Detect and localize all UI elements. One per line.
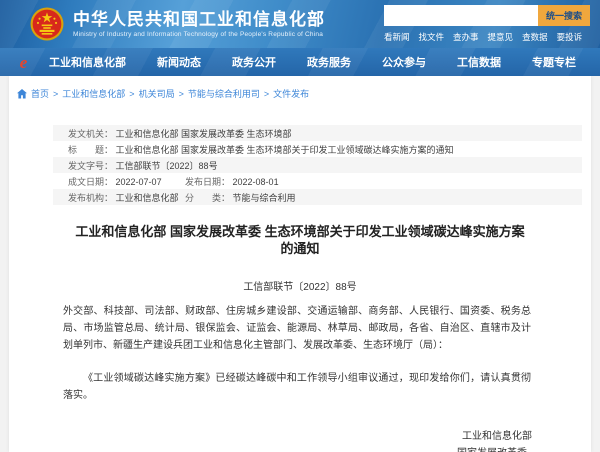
quick-link-services[interactable]: 查办事 (453, 31, 479, 43)
meta-label-doc-number: 发文字号： (68, 160, 114, 171)
breadcrumb-separator: > (263, 88, 270, 99)
home-icon (17, 88, 27, 98)
signature-block: 工业和信息化部 国家发展改革委 生态环境部 2022年7月7日 (9, 429, 591, 452)
signature-ndrc: 国家发展改革委 (457, 446, 527, 452)
site-identity: 中华人民共和国工业和信息化部 Ministry of Industry and … (73, 10, 325, 38)
main-nav: e 工业和信息化部 新闻动态 政务公开 政务服务 公众参与 工信数据 专题专栏 (0, 48, 600, 76)
breadcrumb-separator: > (129, 88, 135, 99)
quick-link-complaints[interactable]: 要投诉 (557, 31, 583, 43)
meta-label-written-date: 成文日期： (68, 176, 114, 187)
document-number: 工信部联节〔2022〕88号 (243, 282, 357, 293)
meta-label-category: 分 类： (185, 192, 231, 203)
nav-item-special-topics[interactable]: 专题专栏 (532, 54, 576, 70)
meta-row-doc-number: 发文字号： 工信部联节〔2022〕88号 (53, 157, 582, 173)
breadcrumb-home[interactable]: 首页 (31, 87, 49, 100)
content-page: 首页 > 工业和信息化部 > 机关司局 > 节能与综合利用司 > 文件发布 发文… (9, 76, 591, 452)
breadcrumb-separator: > (178, 88, 184, 99)
breadcrumb-ministry[interactable]: 工业和信息化部 (62, 87, 125, 100)
document-paragraph-recipients: 外交部、科技部、司法部、财政部、住房城乡建设部、交通运输部、商务部、人民银行、国… (63, 306, 531, 351)
quick-link-news[interactable]: 看新闻 (384, 31, 410, 43)
signature-miit: 工业和信息化部 (462, 431, 532, 442)
site-title: 中华人民共和国工业和信息化部 (73, 10, 325, 29)
site-subtitle-en: Ministry of Industry and Information Tec… (73, 31, 324, 38)
nav-item-miit-data[interactable]: 工信数据 (457, 54, 501, 70)
document-title: 工业和信息化部 国家发展改革委 生态环境部关于印发工业领域碳达峰实施方案的通知 (75, 224, 525, 256)
unified-search-button[interactable]: 统一搜索 (538, 5, 590, 26)
meta-value-category: 节能与综合利用 (232, 192, 296, 203)
meta-label-publisher: 发布机构： (68, 192, 114, 203)
meta-row-publisher-category: 发布机构： 工业和信息化部 分 类： 节能与综合利用 (53, 189, 582, 205)
breadcrumb-file-release[interactable]: 文件发布 (273, 87, 309, 100)
document-paragraph-main: 《工业领域碳达峰实施方案》已经碳达峰碳中和工作领导小组审议通过，现印发给你们，请… (63, 373, 531, 401)
search-input[interactable] (384, 5, 538, 26)
nav-item-gov-services[interactable]: 政务服务 (307, 54, 351, 70)
meta-value-publish-date: 2022-08-01 (232, 176, 279, 187)
national-emblem-icon (30, 7, 64, 41)
quick-link-suggestions[interactable]: 提意见 (488, 31, 514, 43)
breadcrumb-departments[interactable]: 机关司局 (139, 87, 175, 100)
quick-link-data[interactable]: 查数据 (522, 31, 548, 43)
meta-label-title: 标 题： (68, 144, 114, 155)
meta-value-doc-number: 工信部联节〔2022〕88号 (115, 160, 218, 171)
meta-row-dates: 成文日期： 2022-07-07 发布日期： 2022-08-01 (53, 173, 582, 189)
document-body: 外交部、科技部、司法部、财政部、住房城乡建设部、交通运输部、商务部、人民银行、国… (63, 303, 531, 404)
meta-value-publisher: 工业和信息化部 (115, 192, 179, 203)
quick-link-documents[interactable]: 找文件 (419, 31, 445, 43)
breadcrumb-separator: > (53, 88, 59, 99)
document-meta-table: 发文机关： 工业和信息化部 国家发展改革委 生态环境部 标 题： 工业和信息化部… (53, 125, 582, 205)
nav-item-news[interactable]: 新闻动态 (157, 54, 201, 70)
nav-item-ministry[interactable]: 工业和信息化部 (49, 54, 126, 70)
miit-logo-icon: e (19, 52, 28, 72)
meta-value-title: 工业和信息化部 国家发展改革委 生态环境部关于印发工业领域碳达峰实施方案的通知 (115, 144, 454, 155)
meta-value-issuing-agency: 工业和信息化部 国家发展改革委 生态环境部 (115, 128, 292, 139)
breadcrumb: 首页 > 工业和信息化部 > 机关司局 > 节能与综合利用司 > 文件发布 (9, 76, 591, 107)
meta-value-written-date: 2022-07-07 (115, 176, 162, 187)
meta-row-issuing-agency: 发文机关： 工业和信息化部 国家发展改革委 生态环境部 (53, 125, 582, 141)
nav-item-gov-disclosure[interactable]: 政务公开 (232, 54, 276, 70)
breadcrumb-energy-dept[interactable]: 节能与综合利用司 (188, 87, 260, 100)
meta-label-issuing-agency: 发文机关： (68, 128, 114, 139)
meta-row-title: 标 题： 工业和信息化部 国家发展改革委 生态环境部关于印发工业领域碳达峰实施方… (53, 141, 582, 157)
meta-label-publish-date: 发布日期： (185, 176, 231, 187)
nav-item-public-participation[interactable]: 公众参与 (382, 54, 426, 70)
quick-links: 看新闻 找文件 查办事 提意见 查数据 要投诉 (384, 31, 590, 43)
site-header: 中华人民共和国工业和信息化部 Ministry of Industry and … (0, 0, 600, 48)
